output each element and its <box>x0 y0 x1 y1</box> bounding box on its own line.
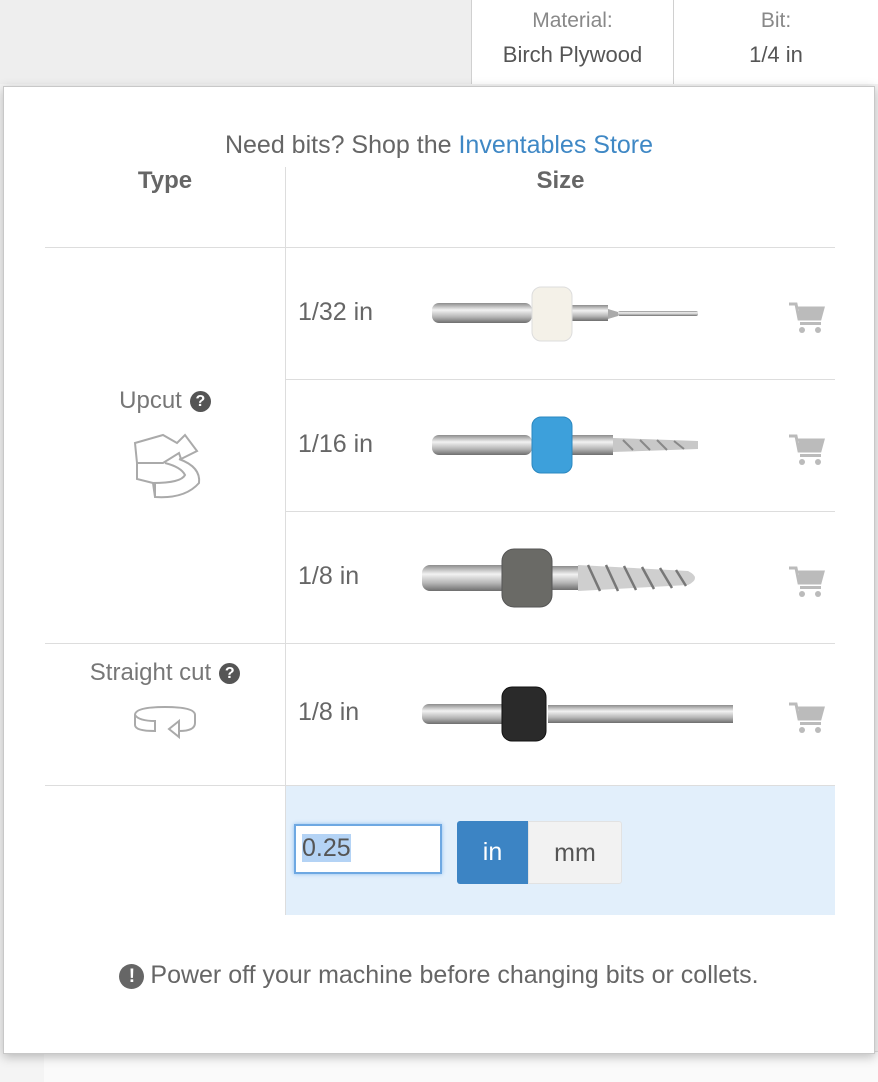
upcut-spiral-icon <box>45 423 285 508</box>
background-bottom-bar <box>44 1051 878 1082</box>
shop-prompt-text: Need bits? Shop the <box>224 131 452 159</box>
bit-image[interactable] <box>418 545 703 611</box>
bit-size-label[interactable]: 1/32 in <box>298 298 373 327</box>
material-cell[interactable]: Material: Birch Plywood <box>471 0 673 84</box>
custom-size-input[interactable]: 0.25 <box>294 824 442 874</box>
exclamation-circle-icon: ! <box>119 964 145 989</box>
straight-cut-icon <box>45 701 285 746</box>
cart-icon[interactable] <box>788 565 826 599</box>
size-column-header: Size <box>536 167 585 194</box>
question-circle-icon[interactable]: ? <box>219 663 241 684</box>
straight-cut-label: Straight cut <box>89 659 212 686</box>
bit-size-label[interactable]: 1/16 in <box>298 430 373 459</box>
row-divider <box>286 511 835 512</box>
type-upcut: Upcut? <box>45 387 285 508</box>
material-value: Birch Plywood <box>502 42 643 67</box>
type-straight-cut: Straight cut? <box>45 659 285 746</box>
inventables-store-link[interactable]: Inventables Store <box>458 131 653 159</box>
bit-size-label[interactable]: 1/8 in <box>298 698 359 727</box>
custom-size-value: 0.25 <box>302 834 351 862</box>
bit-label: Bit: <box>760 9 792 32</box>
cart-icon[interactable] <box>788 433 826 467</box>
shop-prompt: Need bits? Shop the Inventables Store <box>4 131 874 160</box>
bit-value: 1/4 in <box>749 42 803 67</box>
cart-icon[interactable] <box>788 701 826 735</box>
bit-size-label[interactable]: 1/8 in <box>298 562 359 591</box>
bit-selector-popup: Need bits? Shop the Inventables Store Ty… <box>3 86 875 1054</box>
unit-mm-button[interactable]: mm <box>528 821 622 884</box>
material-label: Material: <box>532 9 613 32</box>
cart-icon[interactable] <box>788 301 826 335</box>
group-divider <box>45 643 835 644</box>
custom-size-row: 0.25 in mm <box>286 786 835 915</box>
bit-image[interactable] <box>428 281 703 347</box>
type-column-header: Type <box>137 167 193 194</box>
header-divider <box>45 247 835 248</box>
upcut-label: Upcut <box>119 387 182 414</box>
power-off-warning: ! Power off your machine before changing … <box>4 961 874 990</box>
unit-in-button[interactable]: in <box>457 821 528 884</box>
bit-cell[interactable]: Bit: 1/4 in <box>673 0 878 84</box>
warning-text: Power off your machine before changing b… <box>150 961 759 989</box>
top-bar: Material: Birch Plywood Bit: 1/4 in <box>0 0 878 85</box>
bit-image[interactable] <box>428 413 703 479</box>
question-circle-icon[interactable]: ? <box>189 391 211 412</box>
row-divider <box>286 379 835 380</box>
bit-image[interactable] <box>418 681 743 747</box>
